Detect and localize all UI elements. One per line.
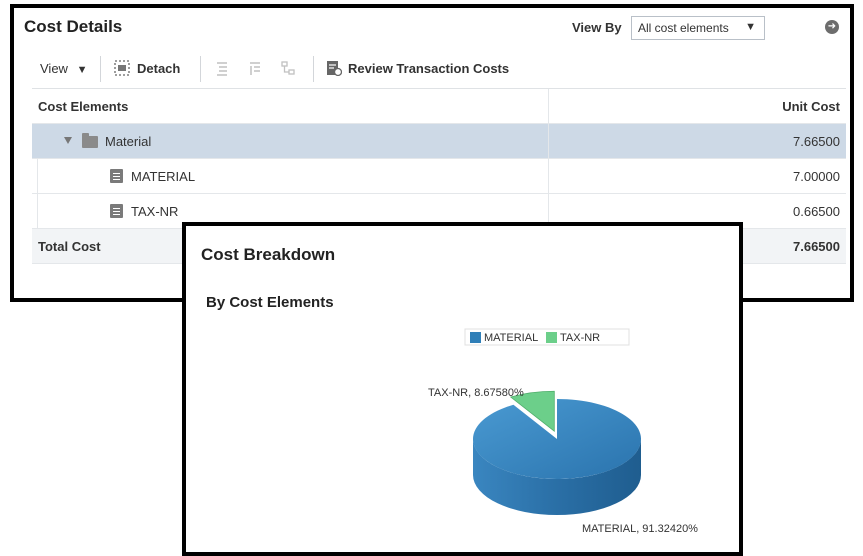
total-cost-label: Total Cost [38, 239, 101, 254]
pie-chart: MATERIAL TAX-NR TAX-NR, 8.67580% MATERIA… [428, 328, 698, 535]
data-label-tax-nr: TAX-NR, 8.67580% [428, 387, 524, 399]
detach-button[interactable]: Detach [137, 61, 180, 76]
scroll-to-parent-icon[interactable] [280, 60, 296, 76]
data-label-material: MATERIAL, 91.32420% [582, 523, 698, 535]
row-left-gutter [32, 159, 38, 193]
column-header-cost-elements[interactable]: Cost Elements [38, 99, 128, 114]
review-transaction-costs-button[interactable]: Review Transaction Costs [348, 61, 509, 76]
toolbar: View ▼ Detach Review Transaction Costs [14, 52, 850, 86]
cost-breakdown-panel: Cost Breakdown By Cost Elements MATERIAL… [182, 222, 743, 556]
cost-details-title: Cost Details [24, 17, 123, 36]
go-arrow-icon[interactable]: ➜ [825, 20, 839, 34]
detach-icon [114, 60, 130, 76]
row-left-gutter [32, 194, 38, 228]
cost-element-name: MATERIAL [131, 169, 196, 184]
unit-cost-value: 7.00000 [793, 169, 840, 184]
view-menu-label: View [40, 61, 68, 76]
collapse-all-icon[interactable] [214, 60, 230, 76]
column-divider [548, 124, 549, 158]
view-menu-button[interactable]: View ▼ [40, 61, 87, 76]
pie-slice-material[interactable] [472, 399, 641, 479]
unit-cost-value: 0.66500 [793, 204, 840, 219]
toolbar-divider [200, 56, 201, 82]
column-divider [548, 89, 549, 123]
legend-swatch-material [470, 332, 481, 343]
total-cost-value: 7.66500 [793, 239, 840, 254]
view-by-select[interactable]: All cost elements ▼ [631, 16, 765, 40]
table-header-row: Cost Elements Unit Cost [32, 88, 846, 124]
legend-label-material: MATERIAL [484, 332, 538, 344]
cost-element-name: Material [105, 134, 152, 149]
table-row[interactable]: MATERIAL 7.00000 [32, 159, 846, 194]
unit-cost-value: 7.66500 [793, 134, 840, 149]
cost-element-name: TAX-NR [131, 204, 179, 219]
view-menu-caret-icon: ▼ [76, 64, 88, 76]
expand-all-icon[interactable] [247, 60, 263, 76]
table-row[interactable]: Material 7.66500 [32, 124, 846, 159]
legend-swatch-tax-nr [546, 332, 557, 343]
dropdown-caret-icon: ▼ [745, 21, 756, 33]
review-costs-icon [327, 61, 342, 76]
document-icon [110, 204, 123, 218]
document-icon [110, 169, 123, 183]
column-divider [548, 159, 549, 193]
view-by-value: All cost elements [638, 21, 729, 35]
collapse-triangle-icon[interactable] [64, 137, 72, 144]
view-by-label: View By [572, 20, 622, 35]
folder-icon [82, 133, 98, 148]
toolbar-divider [100, 56, 101, 82]
toolbar-divider [313, 56, 314, 82]
legend-label-tax-nr: TAX-NR [560, 332, 600, 344]
column-header-unit-cost[interactable]: Unit Cost [782, 99, 840, 114]
